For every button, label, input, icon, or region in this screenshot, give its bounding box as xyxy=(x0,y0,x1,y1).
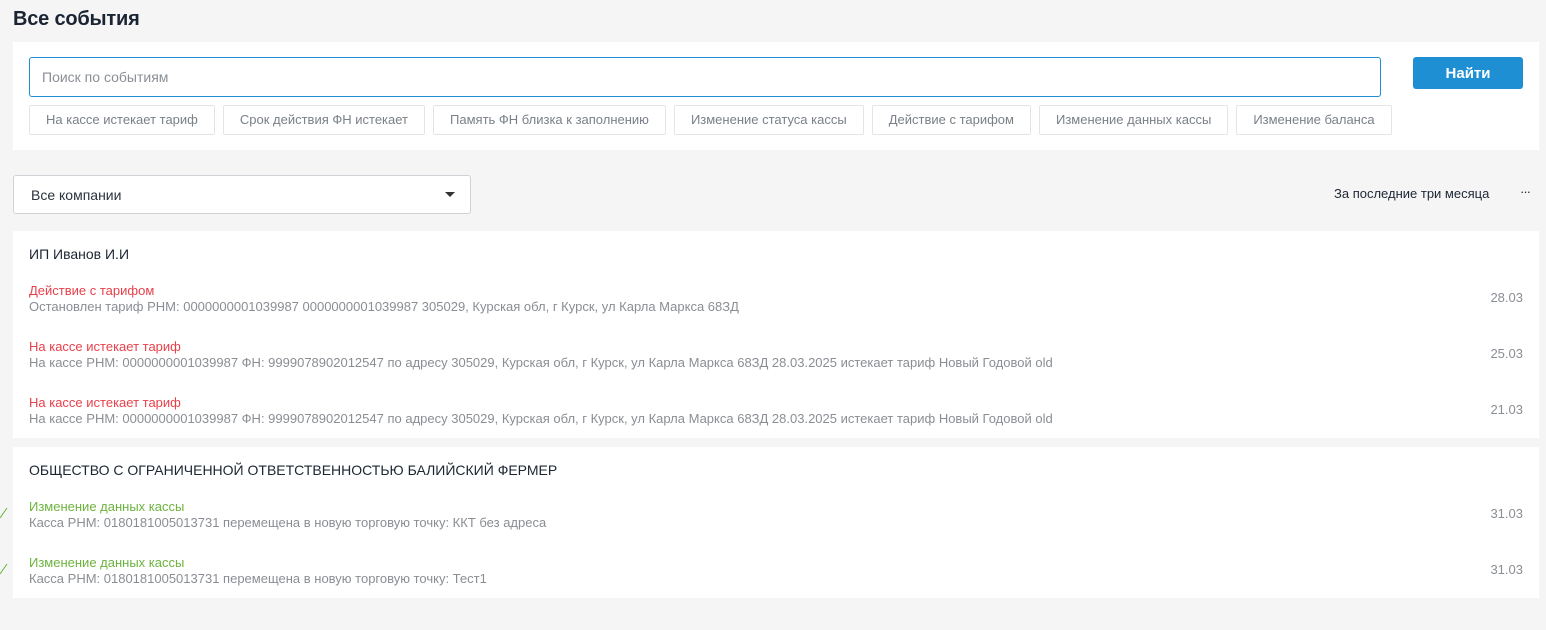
event-item[interactable]: На кассе истекает тариф На кассе РНМ: 00… xyxy=(13,339,1539,379)
event-description: На кассе РНМ: 0000000001039987 ФН: 99990… xyxy=(29,355,1053,370)
event-date: 31.03 xyxy=(1490,562,1523,577)
filter-chip-fn-memory[interactable]: Память ФН близка к заполнению xyxy=(433,105,666,135)
filter-chip-balance-change[interactable]: Изменение баланса xyxy=(1236,105,1392,135)
green-tick-icon xyxy=(0,507,8,519)
search-button[interactable]: Найти xyxy=(1413,57,1523,89)
event-date: 21.03 xyxy=(1490,402,1523,417)
event-item[interactable]: Изменение данных кассы Касса РНМ: 018018… xyxy=(13,499,1539,539)
search-panel: Найти На кассе истекает тариф Срок дейст… xyxy=(13,42,1539,150)
event-type: На кассе истекает тариф xyxy=(29,339,181,354)
filter-chip-tariff-action[interactable]: Действие с тарифом xyxy=(871,105,1031,135)
filter-chip-tariff-expiring[interactable]: На кассе истекает тариф xyxy=(29,105,215,135)
search-input[interactable] xyxy=(29,57,1381,97)
filter-chip-status-change[interactable]: Изменение статуса кассы xyxy=(673,105,864,135)
filter-chips: На кассе истекает тариф Срок действия ФН… xyxy=(29,105,1392,135)
caret-down-icon xyxy=(445,192,455,197)
filter-chip-data-change[interactable]: Изменение данных кассы xyxy=(1038,105,1229,135)
event-item[interactable]: Действие с тарифом Остановлен тариф РНМ:… xyxy=(13,283,1539,323)
company-group-card: ИП Иванов И.И Действие с тарифом Останов… xyxy=(13,231,1539,438)
event-date: 31.03 xyxy=(1490,506,1523,521)
company-group-card: ОБЩЕСТВО С ОГРАНИЧЕННОЙ ОТВЕТСТВЕННОСТЬЮ… xyxy=(13,447,1539,598)
event-item[interactable]: На кассе истекает тариф На кассе РНМ: 00… xyxy=(13,395,1539,435)
period-filter[interactable]: За последние три месяца xyxy=(1334,186,1489,201)
event-type: Действие с тарифом xyxy=(29,283,155,298)
event-description: Касса РНМ: 0180181005013731 перемещена в… xyxy=(29,515,547,530)
event-date: 28.03 xyxy=(1490,290,1523,305)
filter-chip-fn-expiring[interactable]: Срок действия ФН истекает xyxy=(222,105,426,135)
event-type: Изменение данных кассы xyxy=(29,555,185,570)
company-group-title: ОБЩЕСТВО С ОГРАНИЧЕННОЙ ОТВЕТСТВЕННОСТЬЮ… xyxy=(29,462,558,478)
more-options-icon[interactable]: ··· xyxy=(1520,184,1531,199)
event-type: Изменение данных кассы xyxy=(29,499,185,514)
company-select[interactable]: Все компании xyxy=(13,175,471,214)
green-tick-icon xyxy=(0,563,8,575)
event-description: Касса РНМ: 0180181005013731 перемещена в… xyxy=(29,571,487,586)
company-select-value: Все компании xyxy=(31,187,122,203)
company-group-title: ИП Иванов И.И xyxy=(29,246,130,262)
event-description: На кассе РНМ: 0000000001039987 ФН: 99990… xyxy=(29,411,1053,426)
event-item[interactable]: Изменение данных кассы Касса РНМ: 018018… xyxy=(13,555,1539,595)
event-type: На кассе истекает тариф xyxy=(29,395,181,410)
event-date: 25.03 xyxy=(1490,346,1523,361)
event-description: Остановлен тариф РНМ: 0000000001039987 0… xyxy=(29,299,739,314)
page-title: Все события xyxy=(13,8,140,30)
